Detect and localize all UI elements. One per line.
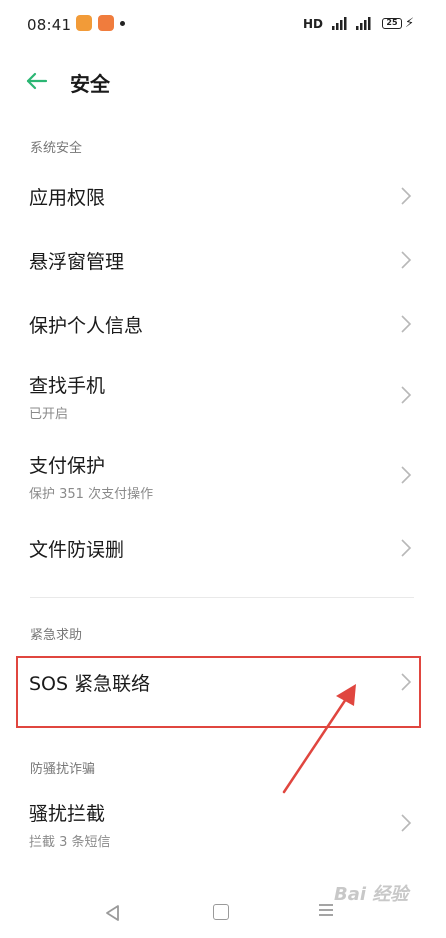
menu-item-find-phone[interactable]: 查找手机 已开启 [0, 366, 446, 428]
charging-icon: ⚡ [405, 16, 415, 31]
chevron-right-icon [401, 466, 412, 484]
watermark: Bai 经验 [334, 884, 409, 905]
nav-recents-icon[interactable] [318, 902, 334, 918]
menu-item-label: 查找手机 [29, 375, 106, 397]
notification-app-icon [76, 15, 92, 31]
annotation-arrow-icon [282, 684, 356, 794]
hd-network-label: HD [303, 17, 324, 31]
menu-item-protect-personal-info[interactable]: 保护个人信息 [0, 298, 446, 350]
menu-item-file-delete-protection[interactable]: 文件防误删 [0, 522, 446, 574]
nav-back-icon[interactable] [104, 904, 122, 922]
page-title: 安全 [70, 72, 110, 96]
menu-item-payment-protection[interactable]: 支付保护 保护 351 次支付操作 [0, 446, 446, 508]
status-time: 08:41 [27, 16, 72, 34]
menu-item-label: 应用权限 [29, 187, 106, 209]
menu-item-status: 保护 351 次支付操作 [29, 487, 154, 502]
nav-home-icon[interactable] [213, 904, 229, 920]
signal-icon [332, 17, 347, 30]
chevron-right-icon [401, 251, 412, 269]
menu-item-label: 支付保护 [29, 455, 106, 477]
signal-icon [356, 17, 371, 30]
status-bar: 08:41 HD 25 ⚡ [0, 0, 446, 52]
page-header: 安全 [0, 60, 446, 104]
menu-item-harassment-block[interactable]: 骚扰拦截 拦截 3 条短信 [0, 794, 446, 856]
section-title-anti-harassment: 防骚扰诈骗 [30, 762, 96, 777]
notification-dot-icon [120, 21, 125, 26]
menu-item-label: 悬浮窗管理 [29, 251, 125, 273]
chevron-right-icon [401, 539, 412, 557]
back-arrow-icon[interactable] [24, 68, 50, 94]
chevron-right-icon [401, 814, 412, 832]
menu-item-label: 保护个人信息 [29, 315, 144, 337]
menu-item-status: 拦截 3 条短信 [29, 835, 111, 850]
chevron-right-icon [401, 187, 412, 205]
chevron-right-icon [401, 315, 412, 333]
menu-item-app-permissions[interactable]: 应用权限 [0, 170, 446, 222]
battery-icon: 25 [382, 18, 402, 29]
notification-app-icon [98, 15, 114, 31]
section-title-system-security: 系统安全 [30, 141, 83, 156]
section-divider [30, 597, 414, 598]
section-title-emergency: 紧急求助 [30, 628, 83, 643]
menu-item-label: 骚扰拦截 [29, 803, 106, 825]
chevron-right-icon [401, 386, 412, 404]
menu-item-floating-window[interactable]: 悬浮窗管理 [0, 234, 446, 286]
menu-item-label: 文件防误删 [29, 539, 125, 561]
menu-item-status: 已开启 [29, 407, 69, 422]
